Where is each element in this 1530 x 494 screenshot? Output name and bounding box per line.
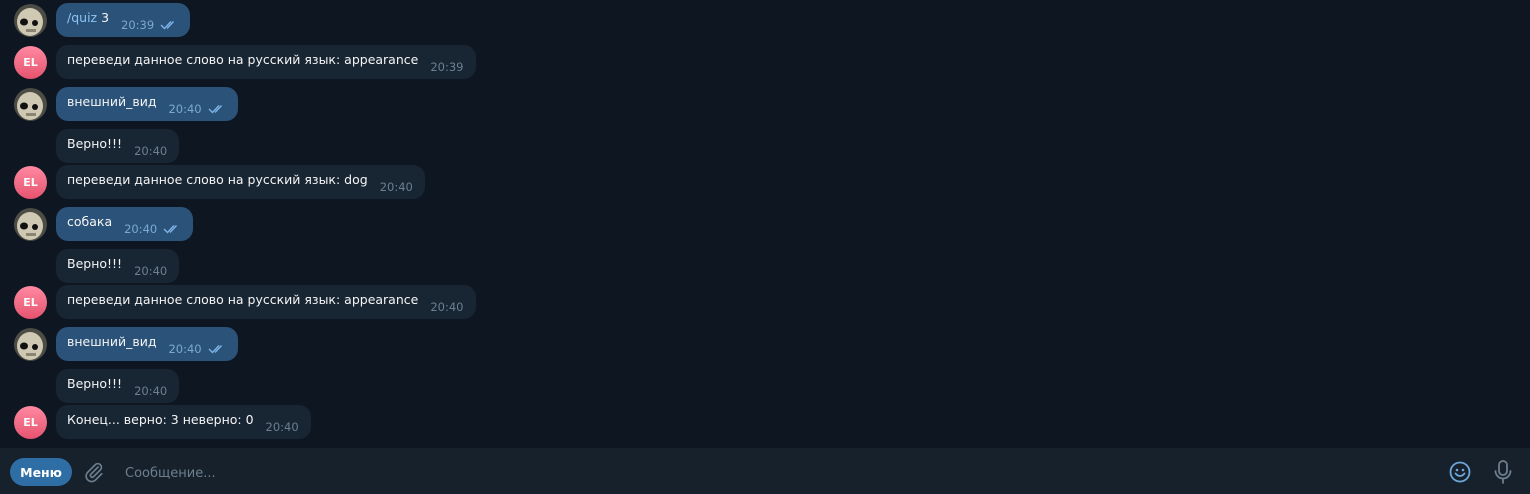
bot-avatar[interactable]: EL [14, 166, 47, 199]
message-time: 20:40 [265, 420, 299, 434]
skull-avatar-icon [14, 328, 47, 361]
message-time: 20:40 [134, 384, 168, 398]
bot-avatar[interactable]: EL [14, 406, 47, 439]
message-text: Верно!!! [67, 255, 123, 271]
message-text: переведи данное слово на русский язык: a… [67, 51, 419, 67]
message-bubble-incoming[interactable]: Верно!!! 20:40 [56, 129, 180, 163]
message-time: 20:39 [121, 18, 155, 32]
message-time: 20:40 [134, 264, 168, 278]
message-bubble-incoming[interactable]: переведи данное слово на русский язык: d… [56, 165, 425, 199]
message-text: внешний_вид [67, 333, 157, 349]
message-input[interactable] [123, 462, 1427, 484]
message-bubble-incoming[interactable]: Верно!!! 20:40 [56, 249, 180, 283]
bot-avatar[interactable]: EL [14, 46, 47, 79]
message-bubble-outgoing[interactable]: внешний_вид 20:40 [56, 87, 238, 121]
message-time: 20:40 [430, 300, 464, 314]
message-bubble-outgoing[interactable]: внешний_вид 20:40 [56, 327, 238, 361]
message-text: Верно!!! [67, 375, 123, 391]
bot-menu-button[interactable]: Меню [10, 458, 72, 486]
message-bubble-incoming[interactable]: переведи данное слово на русский язык: a… [56, 45, 476, 79]
emoji-icon[interactable] [1448, 460, 1472, 484]
message-bubble-incoming[interactable]: Верно!!! 20:40 [56, 369, 180, 403]
paperclip-icon[interactable] [83, 461, 105, 483]
message-time: 20:39 [430, 60, 464, 74]
bot-avatar[interactable]: EL [14, 286, 47, 319]
message-bubble-outgoing[interactable]: /quiz 3 20:39 [56, 3, 191, 37]
double-check-icon [163, 225, 178, 234]
skull-avatar-icon [14, 88, 47, 121]
message-composer: Меню [0, 448, 1530, 494]
message-text: переведи данное слово на русский язык: a… [67, 291, 419, 307]
double-check-icon [208, 105, 222, 114]
message-bubble-incoming[interactable]: Конец... верно: 3 неверно: 0 20:40 [56, 405, 311, 439]
message-time: 20:40 [379, 180, 413, 194]
skull-avatar-icon [14, 4, 47, 37]
skull-avatar-icon [14, 208, 47, 241]
user-avatar[interactable] [14, 208, 47, 241]
message-time: 20:40 [168, 342, 202, 356]
message-text: внешний_вид [67, 93, 157, 109]
message-time: 20:40 [124, 222, 158, 236]
message-bubble-incoming[interactable]: переведи данное слово на русский язык: a… [56, 285, 476, 319]
message-text: переведи данное слово на русский язык: d… [67, 171, 368, 187]
message-text: собака [67, 213, 113, 229]
user-avatar[interactable] [14, 4, 47, 37]
user-avatar[interactable] [14, 88, 47, 121]
chat-history[interactable]: /quiz 3 20:39 EL переведи данное слово н… [0, 0, 1530, 448]
message-text: Верно!!! [67, 135, 123, 151]
microphone-icon[interactable] [1492, 459, 1514, 485]
message-text: Конец... верно: 3 неверно: 0 [67, 411, 254, 427]
message-bubble-outgoing[interactable]: собака 20:40 [56, 207, 194, 241]
user-avatar[interactable] [14, 328, 47, 361]
message-time: 20:40 [168, 102, 202, 116]
double-check-icon [160, 21, 175, 30]
command-link[interactable]: /quiz 3 [67, 10, 109, 25]
double-check-icon [208, 345, 222, 354]
message-time: 20:40 [134, 144, 168, 158]
